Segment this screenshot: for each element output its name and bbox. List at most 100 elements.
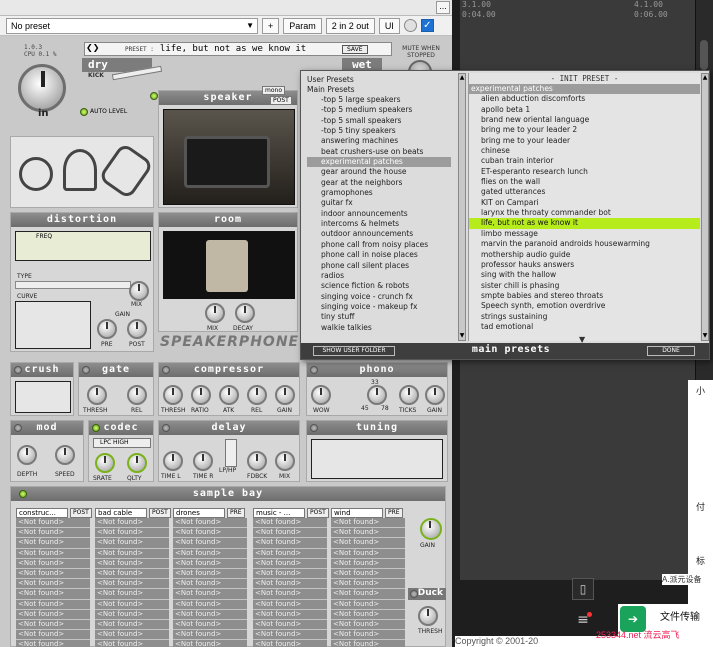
category-item[interactable]: walkie talkies [307, 323, 451, 333]
sample-slot[interactable]: <Not found> [95, 568, 169, 580]
speaker-image[interactable] [163, 109, 295, 205]
category-item[interactable]: phone call in noise places [307, 250, 451, 260]
category-item[interactable]: gear at the neighbors [307, 178, 451, 188]
sample-slot[interactable]: <Not found> [95, 589, 169, 600]
sample-mode-select[interactable]: POST [307, 508, 329, 518]
sample-slot[interactable]: <Not found> [331, 589, 405, 600]
sample-slot[interactable]: <Not found> [173, 568, 247, 580]
category-item[interactable]: gramophones [307, 188, 451, 198]
scroll-down-icon[interactable]: ▼ [459, 332, 465, 340]
main-presets-heading[interactable]: Main Presets [307, 85, 451, 95]
preset-scroll-up-icon[interactable]: ▲ [702, 74, 708, 82]
sample-category-select[interactable]: bad cable [95, 508, 147, 518]
room-decay-knob[interactable] [235, 303, 255, 323]
sample-mode-select[interactable]: PRE [227, 508, 245, 518]
scroll-up-icon[interactable]: ▲ [459, 74, 465, 82]
codec-led[interactable] [92, 424, 100, 432]
comp-thresh-knob[interactable] [163, 385, 183, 405]
phone-icon[interactable]: ▯ [572, 578, 594, 600]
category-item[interactable]: answering machines [307, 136, 451, 146]
sample-category-select[interactable]: construc... [16, 508, 68, 518]
mod-led[interactable] [14, 424, 22, 432]
wow-knob[interactable] [311, 385, 331, 405]
preset-item[interactable]: professor hauks answers [469, 260, 700, 270]
sample-slot[interactable]: <Not found> [253, 558, 327, 569]
type-slider[interactable] [15, 281, 131, 289]
sample-slot[interactable]: <Not found> [173, 589, 247, 600]
done-button[interactable]: DONE [647, 346, 695, 356]
sample-slot[interactable]: <Not found> [16, 599, 90, 610]
sample-slot[interactable]: <Not found> [16, 548, 90, 559]
distortion-mix-knob[interactable] [129, 281, 149, 301]
preset-item[interactable]: larynx the throaty commander bot [469, 208, 700, 218]
sample-slot[interactable]: <Not found> [95, 528, 169, 539]
preset-item[interactable]: smpte babies and stereo throats [469, 291, 700, 301]
category-item[interactable]: -top 5 small speakers [307, 116, 451, 126]
delay-timel-knob[interactable] [163, 451, 183, 471]
phono-gain-knob[interactable] [425, 385, 445, 405]
sample-slot[interactable]: <Not found> [16, 538, 90, 549]
preset-item[interactable]: mothership audio guide [469, 250, 700, 260]
delay-led[interactable] [162, 424, 170, 432]
preset-item[interactable]: cuban train interior [469, 156, 700, 166]
sample-slot[interactable]: <Not found> [16, 568, 90, 580]
sample-slot[interactable]: <Not found> [331, 518, 405, 529]
sample-slot[interactable]: <Not found> [16, 630, 90, 641]
phono-led[interactable] [310, 366, 318, 374]
sample-slot[interactable]: <Not found> [253, 518, 327, 529]
sample-category-select[interactable]: music - ... [253, 508, 305, 518]
sample-slot[interactable]: <Not found> [253, 548, 327, 559]
sample-slot[interactable]: <Not found> [173, 558, 247, 569]
preset-item[interactable]: alien abduction discomforts [469, 94, 700, 104]
category-item[interactable]: outdoor announcements [307, 229, 451, 239]
sample-mode-select[interactable]: POST [149, 508, 171, 518]
sample-slot[interactable]: <Not found> [173, 518, 247, 529]
preset-item[interactable]: apollo beta 1 [469, 105, 700, 115]
delay-timer-knob[interactable] [193, 451, 213, 471]
sample-slot[interactable]: <Not found> [16, 558, 90, 569]
codec-qlty-knob[interactable] [127, 453, 147, 473]
sample-slot[interactable]: <Not found> [253, 619, 327, 631]
distortion-freq-display[interactable]: FREQ [15, 231, 151, 261]
post-knob[interactable] [127, 319, 147, 339]
sample-mode-select[interactable]: PRE [385, 508, 403, 518]
sample-slot[interactable]: <Not found> [95, 558, 169, 569]
more-button[interactable]: ... [436, 1, 450, 14]
category-item[interactable]: intercoms & helmets [307, 219, 451, 229]
category-item[interactable]: beat crushers-use on beats [307, 147, 451, 157]
sample-slot[interactable]: <Not found> [253, 528, 327, 539]
preset-item[interactable]: sing with the hallow [469, 270, 700, 280]
category-item[interactable]: -top 5 large speakers [307, 95, 451, 105]
sample-bay-gain-knob[interactable] [420, 518, 442, 540]
sample-bay-led[interactable] [19, 490, 27, 498]
speaker-led[interactable] [150, 92, 158, 100]
preset-item[interactable]: sister chill is phasing [469, 281, 700, 291]
sample-slot[interactable]: <Not found> [331, 558, 405, 569]
category-item[interactable]: -top 5 tiny speakers [307, 126, 451, 136]
save-button[interactable]: SAVE [342, 45, 368, 54]
category-item[interactable]: experimental patches [307, 157, 451, 168]
category-item[interactable]: gear around the house [307, 167, 451, 177]
preset-item[interactable]: flies on the wall [469, 177, 700, 187]
sample-slot[interactable]: <Not found> [95, 579, 169, 590]
category-item[interactable]: phone call from noisy places [307, 240, 451, 250]
category-item[interactable]: phone call silent places [307, 261, 451, 271]
sample-slot[interactable]: <Not found> [16, 589, 90, 600]
sample-slot[interactable]: <Not found> [253, 568, 327, 580]
guitar-icon[interactable] [97, 142, 155, 200]
sample-slot[interactable]: <Not found> [253, 640, 327, 647]
bypass-checkbox[interactable]: ✓ [420, 19, 434, 32]
sample-slot[interactable]: <Not found> [173, 528, 247, 539]
sample-category-select[interactable]: drones [173, 508, 225, 518]
comp-gain-knob[interactable] [275, 385, 295, 405]
sample-slot[interactable]: <Not found> [16, 579, 90, 590]
sample-slot[interactable]: <Not found> [173, 548, 247, 559]
sample-slot[interactable]: <Not found> [173, 640, 247, 647]
add-preset-button[interactable]: + [262, 17, 280, 34]
user-presets-heading[interactable]: User Presets [307, 75, 451, 85]
sample-slot[interactable]: <Not found> [95, 619, 169, 631]
ticks-knob[interactable] [399, 385, 419, 405]
sample-slot[interactable]: <Not found> [95, 538, 169, 549]
category-item[interactable]: singing voice - makeup fx [307, 302, 451, 312]
curve-display[interactable] [15, 301, 91, 349]
